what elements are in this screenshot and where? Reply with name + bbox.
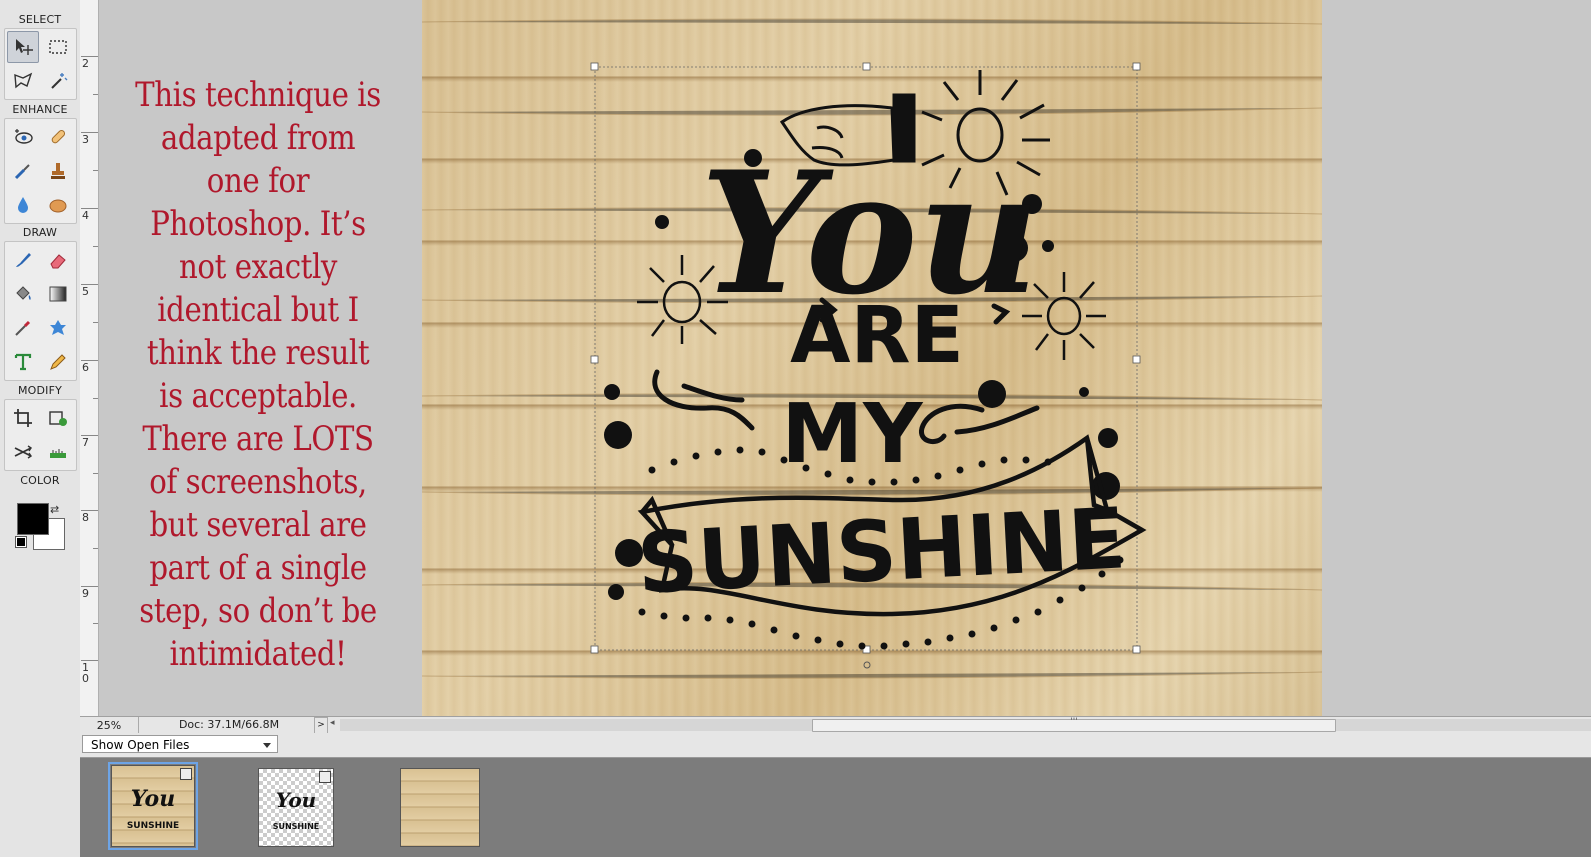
type-icon[interactable]	[7, 346, 39, 378]
artwork-word-my: MY	[782, 387, 925, 482]
content-aware-move-icon[interactable]	[7, 436, 39, 468]
show-open-files-dropdown[interactable]: Show Open Files	[82, 735, 278, 753]
pencil-icon[interactable]	[42, 346, 74, 378]
photo-bin: You SUNSHINE You SUNSHINE	[80, 758, 1591, 857]
scroll-left-icon[interactable]: ◂	[330, 718, 335, 728]
lasso-icon[interactable]	[7, 65, 39, 97]
tutorial-note: This technique is adapted from one for P…	[135, 75, 381, 674]
eraser-icon[interactable]	[42, 244, 74, 276]
recompose-icon[interactable]	[42, 402, 74, 434]
ruler-mark: 4	[82, 209, 89, 222]
vertical-ruler: 2 3 4 5 6 7 8 9 1 0	[80, 0, 99, 716]
custom-shape-icon[interactable]	[42, 312, 74, 344]
section-title-select: SELECT	[18, 13, 62, 26]
thumbnail-badge-icon	[319, 771, 331, 783]
draw-tools	[4, 241, 77, 381]
swap-colors-icon[interactable]: ⇄	[50, 503, 59, 516]
section-title-draw: DRAW	[22, 226, 58, 239]
photo-bin-header: Show Open Files	[80, 733, 1591, 758]
thumbnail-badge-icon	[180, 768, 192, 780]
sponge-icon[interactable]	[42, 189, 74, 221]
ruler-mark: 2	[82, 57, 89, 70]
straighten-icon[interactable]	[42, 436, 74, 468]
blur-icon[interactable]	[7, 189, 39, 221]
svg-text:You: You	[131, 786, 175, 812]
section-title-color: COLOR	[20, 474, 60, 487]
status-bar: 25% Doc: 37.1M/66.8M > ◂ '''	[80, 716, 1591, 734]
artwork-word-are: ARE	[790, 291, 964, 381]
artwork: You ARE MY SUNSHINE	[422, 18, 1322, 679]
gradient-icon[interactable]	[42, 278, 74, 310]
toolbox: SELECT ENHANCE DRAW MODIFY COLOR ⇄	[0, 0, 81, 857]
red-eye-icon[interactable]	[7, 121, 39, 153]
document-canvas[interactable]: You ARE MY SUNSHINE	[422, 0, 1322, 716]
svg-text:SUNSHINE: SUNSHINE	[273, 822, 320, 831]
clone-stamp-icon[interactable]	[42, 155, 74, 187]
smart-brush-icon[interactable]	[7, 155, 39, 187]
thumbnail-wood-background[interactable]	[400, 768, 480, 847]
svg-text:You: You	[276, 788, 316, 812]
zoom-level[interactable]: 25%	[80, 717, 139, 733]
magic-wand-icon[interactable]	[42, 65, 74, 97]
horizontal-scrollbar[interactable]: '''	[340, 717, 1591, 732]
ruler-mark: 3	[82, 133, 89, 146]
ruler-mark: 7	[82, 436, 89, 449]
eyedropper-icon[interactable]	[7, 312, 39, 344]
svg-text:SUNSHINE: SUNSHINE	[127, 821, 179, 831]
crop-icon[interactable]	[7, 402, 39, 434]
move-tool-icon[interactable]	[7, 31, 39, 63]
spot-healing-icon[interactable]	[42, 121, 74, 153]
scrollbar-thumb[interactable]: '''	[812, 717, 1336, 732]
thumbnail-wood-with-text[interactable]: You SUNSHINE	[108, 762, 198, 850]
status-menu-arrow-icon[interactable]: >	[314, 717, 328, 734]
modify-tools	[4, 399, 77, 471]
ruler-mark: 8	[82, 511, 89, 524]
section-title-enhance: ENHANCE	[12, 103, 68, 116]
ruler-mark: 5	[82, 285, 89, 298]
rectangular-marquee-icon[interactable]	[42, 31, 74, 63]
paint-bucket-icon[interactable]	[7, 278, 39, 310]
artwork-word-sunshine: SUNSHINE	[635, 489, 1128, 612]
thumbnail-text-layer[interactable]: You SUNSHINE	[258, 768, 334, 847]
section-title-modify: MODIFY	[17, 384, 63, 397]
default-colors-icon[interactable]	[15, 536, 27, 548]
doc-size: Doc: 37.1M/66.8M	[178, 718, 280, 731]
enhance-tools	[4, 118, 77, 224]
ruler-mark: 9	[82, 587, 89, 600]
select-tools	[4, 28, 77, 100]
brush-icon[interactable]	[7, 244, 39, 276]
chevron-down-icon	[263, 743, 271, 748]
foreground-color-swatch[interactable]	[17, 503, 49, 535]
ruler-mark: 6	[82, 361, 89, 374]
ruler-mark: 1 0	[82, 661, 89, 685]
